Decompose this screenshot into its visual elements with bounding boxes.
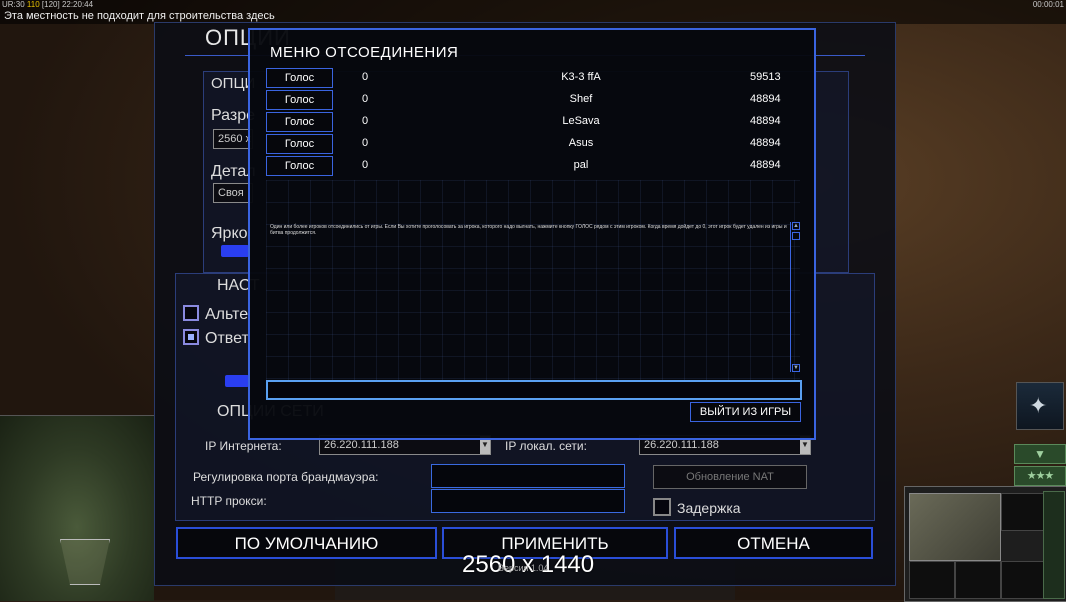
disconnect-menu: МЕНЮ ОТСОЕДИНЕНИЯ Голос 0 K3-3 ffA 59513… [248,28,816,440]
vote-count: 0 [362,115,369,127]
build-slot[interactable] [1001,493,1047,531]
player-name: pal [573,159,589,171]
http-proxy-input[interactable] [431,489,625,513]
side-hud: ✦ ▼ ★★★ [1012,382,1066,490]
satellite-button[interactable]: ✦ [1016,382,1064,430]
disconnect-message: Один или более игроков отсоединились от … [270,224,787,236]
vote-count: 0 [362,93,369,105]
firewall-port-input[interactable] [431,464,625,488]
scroll-thumb[interactable] [792,232,800,240]
resource-stats: UR:30 110 [120] 22:20:44 [2,0,93,9]
build-panel [904,486,1066,602]
player-timeout: 48894 [750,115,781,127]
player-row: Голос 0 K3-3 ffA 59513 [266,68,800,90]
player-timeout: 48894 [750,159,781,171]
top-hud: UR:30 110 [120] 22:20:44 00:00:01 Эта ме… [0,0,1066,24]
chat-input[interactable] [266,380,802,400]
vote-button[interactable]: Голос [266,90,333,110]
player-row: Голос 0 LeSava 48894 [266,112,800,134]
satellite-icon: ✦ [1029,393,1048,418]
alt-checkbox[interactable] [183,305,199,321]
selected-building-portrait[interactable] [909,493,1001,561]
player-timeout: 48894 [750,93,781,105]
quit-game-button[interactable]: ВЫЙТИ ИЗ ИГРЫ [690,402,801,422]
player-name: Asus [568,137,594,149]
detail-select[interactable]: Своя [213,183,253,203]
brightness-label: Ярко [211,225,248,242]
version-label: Версия 1.04 [498,563,549,573]
stat-ur: UR:30 [2,0,25,9]
delay-label: Задержка [677,500,741,516]
vote-button[interactable]: Голос [266,156,333,176]
stat-power: 110 [26,0,40,9]
ip-local-label: IP локал. сети: [505,439,587,453]
scroll-speed-slider[interactable] [225,375,249,387]
player-timeout: 48894 [750,137,781,149]
nat-refresh-button[interactable]: Обновление NAT [653,465,807,489]
rank-stars-icon[interactable]: ★★★ [1014,466,1066,486]
power-rail [1043,491,1065,599]
ip-internet-label: IP Интернета: [205,439,282,453]
player-timeout: 59513 [750,71,781,83]
ip-local-value: 26.220.111.188 [644,439,719,451]
player-row: Голос 0 Shef 48894 [266,90,800,112]
brightness-slider[interactable] [221,245,249,257]
vote-count: 0 [362,137,369,149]
proxy-label: HTTP прокси: [191,494,267,508]
resolution-select[interactable]: 2560 x [213,129,253,149]
alt-label: Альте [205,306,249,323]
build-slot[interactable] [955,561,1001,599]
scroll-down-icon[interactable]: ▼ [792,364,800,372]
player-name: K3-3 ffA [561,71,601,83]
stat-time: [120] 22:20:44 [41,0,94,9]
player-name: LeSava [562,115,600,127]
game-clock: 00:00:01 [1032,0,1064,9]
minimap-view-area[interactable] [60,539,110,585]
cancel-button[interactable]: ОТМЕНА [674,527,873,559]
status-message: Эта местность не подходит для строительс… [4,10,275,22]
player-row: Голос 0 Asus 48894 [266,134,800,156]
reply-label: Ответ [205,330,249,347]
firewall-label: Регулировка порта брандмауэра: [193,470,379,484]
player-row: Голос 0 pal 48894 [266,156,800,178]
minimap[interactable] [0,415,154,601]
player-name: Shef [569,93,593,105]
message-scrollbar[interactable]: ▲ ▼ [790,222,801,372]
delay-checkbox[interactable] [653,498,671,516]
default-button[interactable]: ПО УМОЛЧАНИЮ [176,527,437,559]
vote-count: 0 [362,71,369,83]
build-slot[interactable] [1001,561,1047,599]
build-slot[interactable] [909,561,955,599]
vote-button[interactable]: Голос [266,112,333,132]
ip-internet-value: 26.220.111.188 [324,439,399,451]
vote-button[interactable]: Голос [266,134,333,154]
chevron-down-icon[interactable]: ▼ [1014,444,1066,464]
vote-button[interactable]: Голос [266,68,333,88]
vote-count: 0 [362,159,369,171]
scroll-up-icon[interactable]: ▲ [792,222,800,230]
disconnect-title: МЕНЮ ОТСОЕДИНЕНИЯ [270,44,459,61]
reply-checkbox[interactable] [183,329,199,345]
